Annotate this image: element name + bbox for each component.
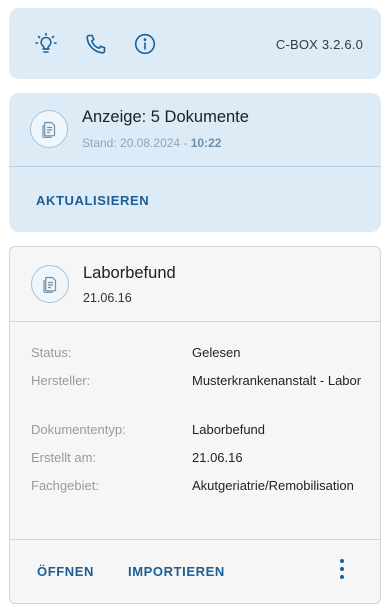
top-toolbar: C-BOX 3.2.6.0 <box>9 8 381 79</box>
lightbulb-icon[interactable] <box>34 32 58 56</box>
status-label: Status: <box>31 345 72 360</box>
more-options-icon[interactable] <box>338 559 346 581</box>
specialty-label: Fachgebiet: <box>31 478 99 493</box>
last-updated-text: Stand: 20.08.2024 - 10:22 <box>82 136 221 150</box>
document-date: 21.06.16 <box>83 291 132 305</box>
app-version: C-BOX 3.2.6.0 <box>275 37 363 52</box>
divider <box>9 166 381 167</box>
document-icon <box>31 265 69 303</box>
import-button[interactable]: IMPORTIEREN <box>128 564 225 579</box>
refresh-button[interactable]: AKTUALISIEREN <box>36 193 149 208</box>
manufacturer-label: Hersteller: <box>31 373 91 388</box>
document-title: Laborbefund <box>83 264 176 282</box>
status-value: Gelesen <box>192 345 241 360</box>
document-card: Laborbefund 21.06.16 Status: Gelesen Her… <box>9 246 381 604</box>
last-updated-date: Stand: 20.08.2024 - <box>82 136 191 150</box>
document-type-value: Laborbefund <box>192 422 266 437</box>
created-date-label: Erstellt am: <box>31 450 97 465</box>
created-date-value: 21.06.16 <box>192 450 243 465</box>
manufacturer-value: Musterkrankenanstalt - Labor <box>192 373 362 388</box>
document-icon <box>30 110 68 148</box>
document-summary-panel: Anzeige: 5 Dokumente Stand: 20.08.2024 -… <box>9 93 381 232</box>
phone-icon[interactable] <box>84 32 108 56</box>
divider <box>10 321 380 322</box>
specialty-value: Akutgeriatrie/Remobilisation <box>192 478 354 493</box>
divider <box>10 539 380 540</box>
info-icon[interactable] <box>133 32 157 56</box>
last-updated-time: 10:22 <box>190 136 222 150</box>
document-type-label: Dokumententyp: <box>31 422 126 437</box>
document-count-title: Anzeige: 5 Dokumente <box>82 108 249 126</box>
open-button[interactable]: ÖFFNEN <box>37 564 94 579</box>
